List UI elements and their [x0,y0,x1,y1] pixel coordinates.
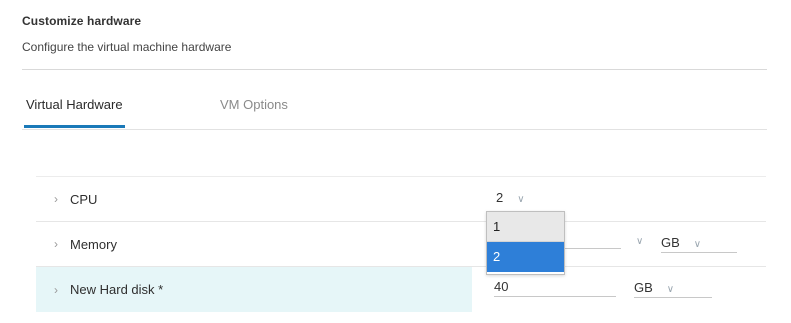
hardware-row-memory[interactable]: › Memory ∨ GB ∨ [36,222,766,267]
hard-disk-unit-select[interactable]: GB ∨ [634,280,712,298]
tab-virtual-hardware[interactable]: Virtual Hardware [24,93,125,128]
row-label-cell[interactable]: › New Hard disk * [36,267,472,312]
hard-disk-unit: GB [634,280,653,295]
header-divider [22,69,767,70]
row-label-cell[interactable]: › CPU [36,177,472,221]
hard-disk-label: New Hard disk * [70,282,164,297]
chevron-down-icon[interactable]: ∨ [694,239,701,250]
tab-vm-options[interactable]: VM Options [218,93,290,124]
page-subtitle: Configure the virtual machine hardware [22,40,232,54]
hardware-row-cpu[interactable]: › CPU 2 ∨ [36,177,766,222]
cpu-select[interactable]: 2 ∨ [496,190,554,207]
cpu-option-1[interactable]: 1 [487,212,564,242]
chevron-right-icon[interactable]: › [54,283,58,297]
chevron-right-icon[interactable]: › [54,237,58,251]
hard-disk-size-value: 40 [494,279,509,294]
cpu-label: CPU [70,191,98,207]
chevron-right-icon[interactable]: › [54,192,58,206]
memory-unit-select[interactable]: GB ∨ [661,235,737,253]
cpu-option-2[interactable]: 2 [487,242,564,272]
row-label-cell[interactable]: › Memory [36,222,472,266]
page-title: Customize hardware [22,14,142,28]
memory-value-field[interactable] [561,248,621,249]
chevron-down-icon[interactable]: ∨ [667,284,674,295]
memory-label: Memory [70,236,117,252]
cpu-dropdown-list[interactable]: 1 2 [486,211,565,275]
tab-bar: Virtual Hardware VM Options [22,93,767,130]
memory-unit: GB [661,235,680,250]
cpu-value: 2 [496,190,504,205]
chevron-down-icon[interactable]: ∨ [517,194,524,205]
hard-disk-size-input[interactable]: 40 [494,279,616,297]
hardware-row-new-hard-disk[interactable]: › New Hard disk * 40 GB ∨ [36,267,766,312]
chevron-down-icon[interactable]: ∨ [636,236,643,247]
dialog-header: Customize hardware Configure the virtual… [22,14,231,54]
